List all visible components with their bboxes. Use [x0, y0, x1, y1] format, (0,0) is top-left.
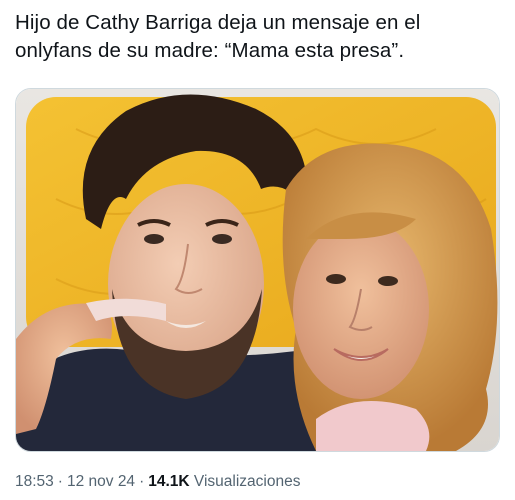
tweet-text-line-2: onlyfans de su madre: “Mama esta presa”.	[15, 39, 405, 62]
views-count: 14.1K	[148, 473, 190, 490]
tweet-text: Hijo de Cathy Barriga deja un mensaje en…	[15, 9, 505, 65]
meta-separator: ·	[139, 473, 145, 490]
tweet-card: Hijo de Cathy Barriga deja un mensaje en…	[0, 0, 515, 500]
tweet-date[interactable]: 12 nov 24	[67, 473, 135, 490]
tweet-photo[interactable]	[15, 88, 500, 452]
tweet-time[interactable]: 18:53	[15, 473, 54, 490]
tweet-text-line-1: Hijo de Cathy Barriga deja un mensaje en…	[15, 11, 421, 34]
photo-illustration	[16, 89, 499, 451]
tweet-meta: 18:53 · 12 nov 24 · 14.1K Visualizaciones	[15, 472, 300, 492]
views-label: Visualizaciones	[193, 473, 301, 490]
woman-face	[293, 219, 429, 399]
meta-separator: ·	[57, 473, 63, 490]
